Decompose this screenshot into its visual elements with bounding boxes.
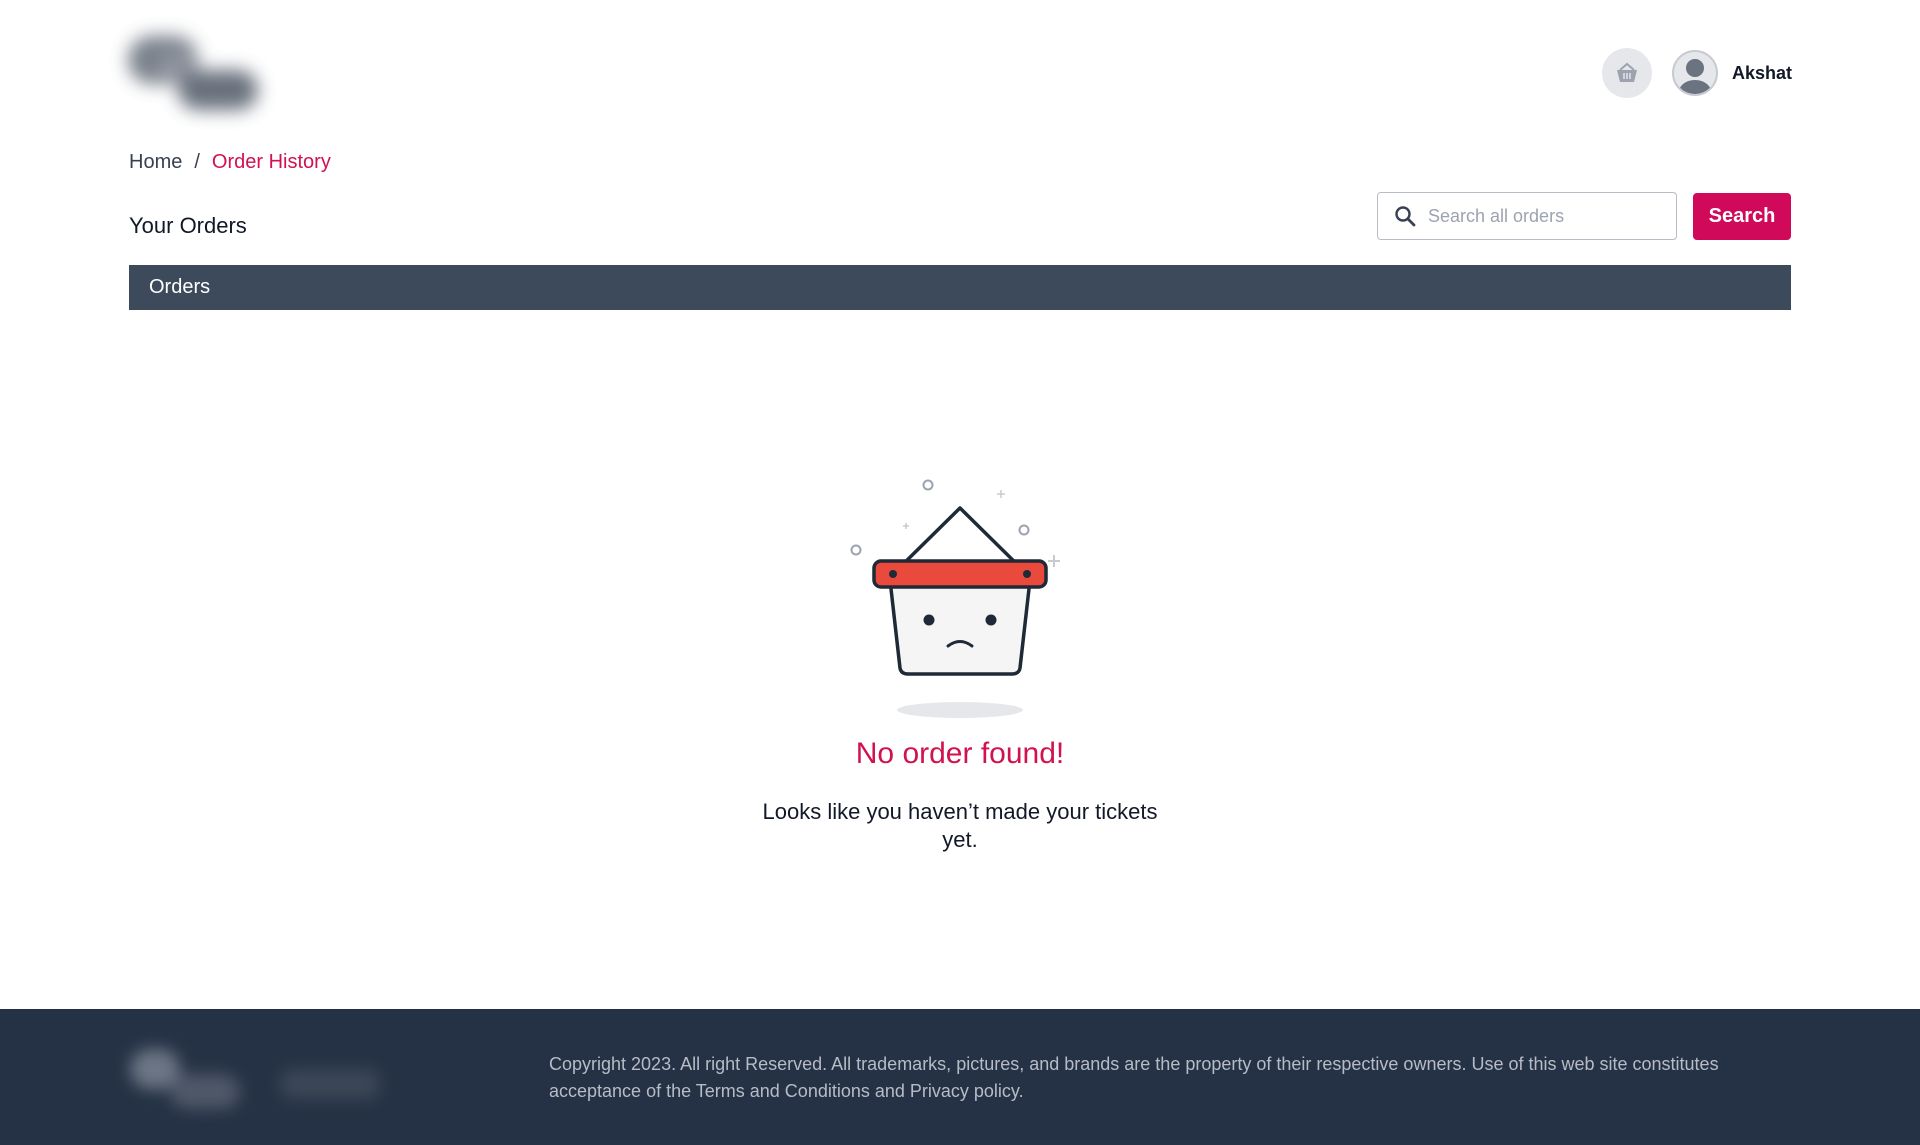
user-avatar-icon bbox=[1673, 52, 1716, 94]
search-field bbox=[1377, 192, 1677, 240]
search-icon bbox=[1395, 206, 1416, 227]
sad-basket-icon bbox=[850, 479, 1060, 718]
empty-state-message: Looks like you haven’t made your tickets… bbox=[762, 799, 1158, 852]
avatar[interactable] bbox=[1671, 50, 1718, 96]
cart-button[interactable] bbox=[1601, 48, 1652, 98]
page-title: Your Orders bbox=[129, 213, 247, 238]
header-actions: Akshat bbox=[1601, 48, 1792, 98]
breadcrumb-home-link[interactable]: Home bbox=[129, 151, 182, 174]
user-name[interactable]: Akshat bbox=[1732, 63, 1792, 84]
footer-logo[interactable] bbox=[120, 1039, 390, 1129]
orders-tab-bar: Orders bbox=[129, 265, 1791, 310]
breadcrumb-separator: / bbox=[194, 151, 200, 173]
footer-copyright: Copyright 2023. All right Reserved. All … bbox=[549, 1054, 1719, 1101]
search-button[interactable]: Search bbox=[1693, 193, 1791, 240]
basket-icon bbox=[1616, 62, 1637, 82]
search-input[interactable] bbox=[1426, 204, 1660, 228]
empty-state-title: No order found! bbox=[855, 737, 1065, 770]
breadcrumb: Home / Order History bbox=[129, 151, 331, 174]
orders-tab[interactable]: Orders bbox=[149, 276, 210, 299]
breadcrumb-current: Order History bbox=[211, 151, 331, 173]
site-logo[interactable] bbox=[120, 18, 280, 128]
